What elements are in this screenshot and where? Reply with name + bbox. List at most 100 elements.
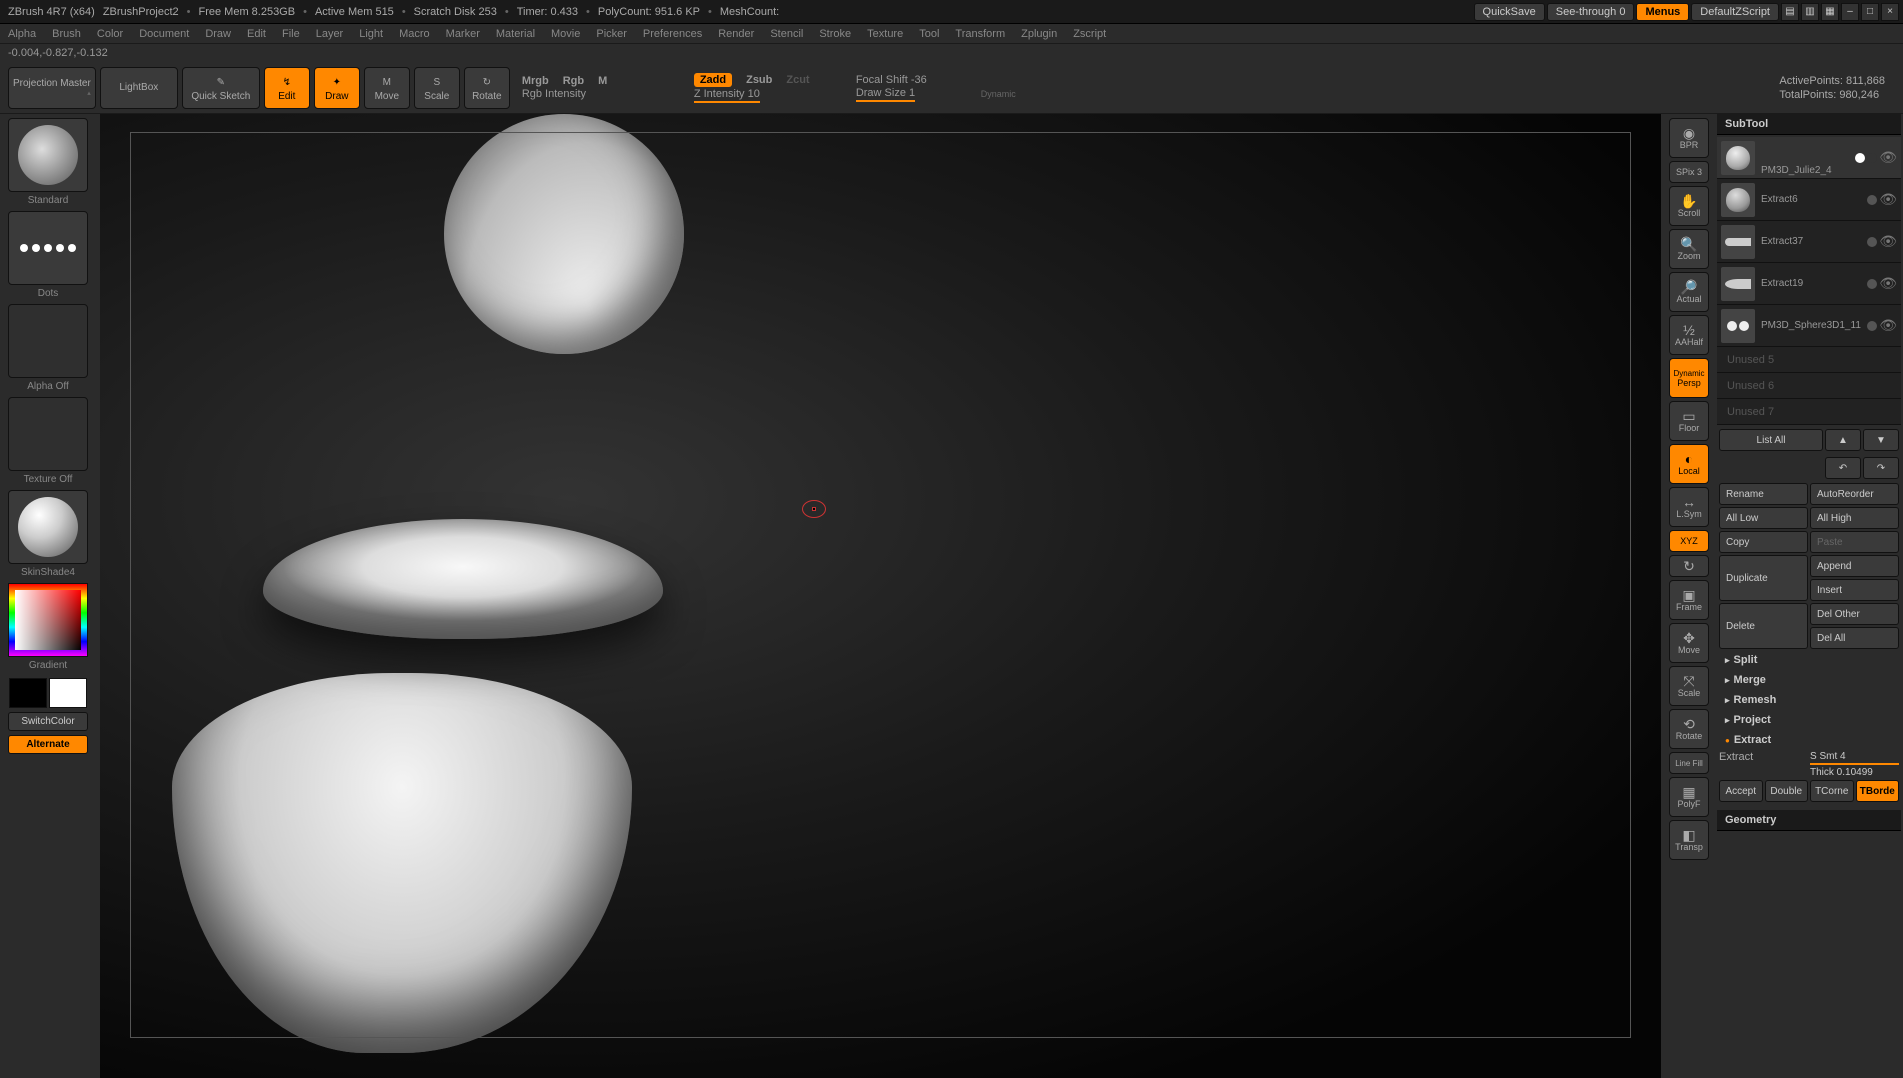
projection-master-button[interactable]: Projection Master▴ [8, 67, 96, 109]
rgb-intensity[interactable]: Rgb Intensity [522, 88, 586, 100]
tborder-button[interactable]: TBorde [1856, 780, 1900, 802]
accept-button[interactable]: Accept [1719, 780, 1763, 802]
maximize-button[interactable]: □ [1861, 3, 1879, 21]
autoreorder-button[interactable]: AutoReorder [1810, 483, 1899, 505]
window-icon-3[interactable]: ▦ [1821, 3, 1839, 21]
menu-preferences[interactable]: Preferences [643, 28, 702, 40]
nav-rotate-button[interactable]: ⟲Rotate [1669, 709, 1709, 749]
move-down-button[interactable]: ↷ [1863, 457, 1899, 479]
draw-mode-button[interactable]: ✦Draw [314, 67, 360, 109]
quicksketch-button[interactable]: ✎Quick Sketch [182, 67, 260, 109]
spix-slider[interactable]: SPix 3 [1669, 161, 1709, 183]
gradient-label[interactable]: Gradient [29, 660, 67, 671]
subtool-item[interactable]: Extract19 👁 [1717, 263, 1901, 305]
del-other-button[interactable]: Del Other [1810, 603, 1899, 625]
copy-button[interactable]: Copy [1719, 531, 1808, 553]
seethrough-slider[interactable]: See-through 0 [1547, 3, 1635, 21]
color-picker[interactable] [8, 583, 88, 657]
eye-icon[interactable]: 👁 [1879, 191, 1897, 208]
transp-button[interactable]: ◧Transp [1669, 820, 1709, 860]
z-intensity[interactable]: Z Intensity 10 [694, 88, 760, 103]
default-zscript[interactable]: DefaultZScript [1691, 3, 1779, 21]
menu-movie[interactable]: Movie [551, 28, 580, 40]
remesh-section[interactable]: Remesh [1717, 691, 1901, 709]
rotate-mode-button[interactable]: ↻Rotate [464, 67, 510, 109]
extract-section[interactable]: Extract [1717, 731, 1901, 749]
menu-file[interactable]: File [282, 28, 300, 40]
lightbox-button[interactable]: LightBox [100, 67, 178, 109]
arrow-up-button[interactable]: ▲ [1825, 429, 1861, 451]
subtool-list[interactable]: 👁 PM3D_Julie2_4 Extract6 👁 Extract37 👁 E… [1717, 137, 1901, 425]
subtool-item[interactable]: Extract37 👁 [1717, 221, 1901, 263]
menu-alpha[interactable]: Alpha [8, 28, 36, 40]
menu-edit[interactable]: Edit [247, 28, 266, 40]
brush-thumbnail[interactable] [8, 118, 88, 192]
delete-button[interactable]: Delete [1719, 603, 1808, 649]
switch-color-button[interactable]: SwitchColor [8, 712, 88, 731]
lsym-button[interactable]: ↔L.Sym [1669, 487, 1709, 527]
menu-zplugin[interactable]: Zplugin [1021, 28, 1057, 40]
double-button[interactable]: Double [1765, 780, 1809, 802]
stroke-thumbnail[interactable] [8, 211, 88, 285]
xyz-button[interactable]: XYZ [1669, 530, 1709, 552]
rgb-mode-row[interactable]: Mrgb Rgb M [522, 75, 682, 87]
project-section[interactable]: Project [1717, 711, 1901, 729]
arrow-down-button[interactable]: ▼ [1863, 429, 1899, 451]
paste-button[interactable]: Paste [1810, 531, 1899, 553]
menu-render[interactable]: Render [718, 28, 754, 40]
thick-slider[interactable]: Thick 0.10499 [1810, 767, 1899, 778]
menu-macro[interactable]: Macro [399, 28, 430, 40]
swatch-secondary[interactable] [9, 678, 47, 708]
menu-light[interactable]: Light [359, 28, 383, 40]
menu-color[interactable]: Color [97, 28, 123, 40]
duplicate-button[interactable]: Duplicate [1719, 555, 1808, 601]
bpr-button[interactable]: ◉BPR [1669, 118, 1709, 158]
focal-shift[interactable]: Focal Shift -36 [856, 74, 927, 86]
menu-stroke[interactable]: Stroke [819, 28, 851, 40]
z-mode-row[interactable]: Zadd Zsub Zcut [694, 73, 844, 87]
menu-texture[interactable]: Texture [867, 28, 903, 40]
insert-button[interactable]: Insert [1810, 579, 1899, 601]
subtool-header[interactable]: SubTool [1717, 114, 1901, 135]
rename-button[interactable]: Rename [1719, 483, 1808, 505]
quicksave-button[interactable]: QuickSave [1474, 3, 1545, 21]
frame-button[interactable]: ▣Frame [1669, 580, 1709, 620]
close-button[interactable]: × [1881, 3, 1899, 21]
menu-document[interactable]: Document [139, 28, 189, 40]
menu-marker[interactable]: Marker [446, 28, 480, 40]
scale-mode-button[interactable]: SScale [414, 67, 460, 109]
menu-brush[interactable]: Brush [52, 28, 81, 40]
menu-transform[interactable]: Transform [955, 28, 1005, 40]
alpha-thumbnail[interactable] [8, 304, 88, 378]
floor-button[interactable]: ▭Floor [1669, 401, 1709, 441]
edit-mode-button[interactable]: ↯Edit [264, 67, 310, 109]
menu-material[interactable]: Material [496, 28, 535, 40]
menu-tool[interactable]: Tool [919, 28, 939, 40]
split-section[interactable]: Split [1717, 651, 1901, 669]
aahalf-button[interactable]: ½AAHalf [1669, 315, 1709, 355]
window-icon-2[interactable]: ▥ [1801, 3, 1819, 21]
eye-icon[interactable]: 👁 [1879, 275, 1897, 292]
menu-picker[interactable]: Picker [596, 28, 627, 40]
move-up-button[interactable]: ↶ [1825, 457, 1861, 479]
actual-button[interactable]: 🔎Actual [1669, 272, 1709, 312]
nav-scale-button[interactable]: ⤧Scale [1669, 666, 1709, 706]
eye-icon[interactable]: 👁 [1879, 317, 1897, 334]
move-mode-button[interactable]: MMove [364, 67, 410, 109]
geometry-header[interactable]: Geometry [1717, 810, 1901, 831]
subtool-item[interactable]: Extract6 👁 [1717, 179, 1901, 221]
ssmt-slider[interactable]: S Smt 4 [1810, 751, 1899, 765]
list-all-button[interactable]: List All [1719, 429, 1823, 451]
minimize-button[interactable]: – [1841, 3, 1859, 21]
nav-move-button[interactable]: ✥Move [1669, 623, 1709, 663]
cycle-button[interactable]: ↻ [1669, 555, 1709, 577]
append-button[interactable]: Append [1810, 555, 1899, 577]
alternate-button[interactable]: Alternate [8, 735, 88, 754]
eye-icon[interactable]: 👁 [1879, 233, 1897, 250]
all-high-button[interactable]: All High [1810, 507, 1899, 529]
scroll-button[interactable]: ✋Scroll [1669, 186, 1709, 226]
menus-toggle[interactable]: Menus [1636, 3, 1689, 21]
swatch-primary[interactable] [49, 678, 87, 708]
polyf-button[interactable]: ▦PolyF [1669, 777, 1709, 817]
linefill-button[interactable]: Line Fill [1669, 752, 1709, 774]
